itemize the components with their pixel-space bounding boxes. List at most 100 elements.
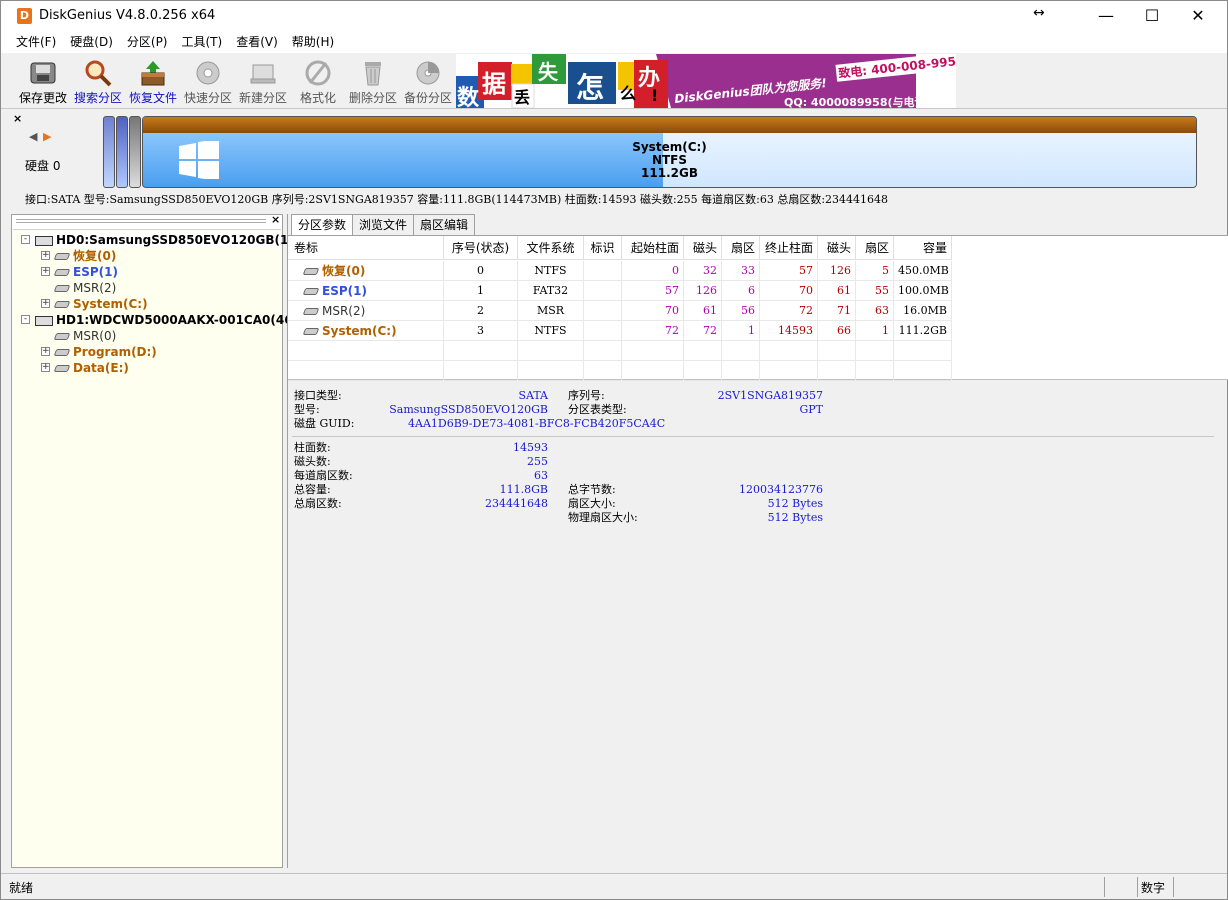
menu-view[interactable]: 查看(V) — [229, 31, 285, 53]
table-cell: 71 — [818, 301, 856, 321]
column-header[interactable]: 起始柱面 — [622, 236, 684, 260]
menu-tools[interactable]: 工具(T) — [175, 31, 230, 53]
column-header[interactable]: 容量 — [894, 236, 952, 260]
empty-cell — [722, 361, 760, 381]
partition-name: System(C:) — [322, 324, 397, 338]
partition-icon — [53, 285, 71, 292]
expand-icon[interactable]: + — [41, 347, 50, 356]
column-header[interactable]: 终止柱面 — [760, 236, 818, 260]
tree-partition-node[interactable]: + 恢复(0) — [41, 248, 281, 264]
detail-label: 物理扇区大小: — [568, 511, 638, 524]
quick-partition-button[interactable]: 快速分区 — [180, 57, 236, 107]
detail-value: 234441648 — [485, 497, 548, 510]
partition-icon — [53, 253, 71, 260]
prev-disk-arrow-icon[interactable]: ◀ — [29, 130, 37, 143]
detail-value: SATA — [518, 389, 548, 402]
menu-file[interactable]: 文件(F) — [9, 31, 63, 53]
detail-label: 柱面数: — [294, 441, 331, 454]
tree-close-icon[interactable]: × — [271, 213, 280, 226]
partition-name: 恢复(0) — [322, 264, 366, 278]
tree-partition-node[interactable]: MSR(2) — [41, 280, 281, 296]
service-banner[interactable]: 数 据 丢 失 怎 么 办 ! DiskGenius团队为您服务! 致电: 40… — [456, 54, 956, 108]
maximize-button[interactable]: ☐ — [1129, 1, 1175, 31]
partition-block-esp[interactable] — [116, 116, 128, 188]
partition-block-msr[interactable] — [129, 116, 141, 188]
numlock-indicator: 数字 — [1141, 881, 1166, 895]
tree-disk-node[interactable]: - HD1:WDCWD5000AAKX-001CA0(466GB) — [21, 312, 325, 328]
table-cell: MSR — [518, 301, 584, 321]
empty-cell — [684, 361, 722, 381]
tree-partition-node[interactable]: + System(C:) — [41, 296, 281, 312]
backup-partition-button[interactable]: 备份分区 — [400, 57, 456, 107]
tab-partition-params[interactable]: 分区参数 — [291, 214, 354, 236]
menu-help[interactable]: 帮助(H) — [285, 31, 341, 53]
collapse-icon[interactable]: - — [21, 315, 30, 324]
empty-cell — [444, 361, 518, 381]
expand-icon[interactable]: + — [41, 363, 50, 372]
detail-value: GPT — [799, 403, 823, 416]
expand-icon[interactable]: + — [41, 267, 50, 276]
toolbar-label: 删除分区 — [348, 91, 397, 105]
diskmap-close-icon[interactable]: × — [13, 112, 22, 125]
new-partition-button[interactable]: 新建分区 — [235, 57, 291, 107]
table-row[interactable]: 恢复(0) 0 NTFS 0 32 33 57 126 5 450.0MB — [288, 261, 1228, 281]
collapse-icon[interactable]: - — [21, 235, 30, 244]
close-button[interactable]: ✕ — [1175, 1, 1221, 31]
empty-cell — [760, 341, 818, 361]
tree-partition-node[interactable]: + Program(D:) — [41, 344, 281, 360]
tree-partition-node[interactable]: MSR(0) — [41, 328, 281, 344]
minimize-button[interactable]: — — [1083, 1, 1129, 31]
recover-box-icon — [138, 59, 168, 87]
column-header[interactable]: 文件系统 — [518, 236, 584, 260]
tree-partition-node[interactable]: + ESP(1) — [41, 264, 281, 280]
tree-disk-node[interactable]: - HD0:SamsungSSD850EVO120GB(112GB) — [21, 232, 330, 248]
table-row[interactable]: System(C:) 3 NTFS 72 72 1 14593 66 1 111.2GB — [288, 321, 1228, 341]
partition-block-system[interactable]: System(C:) NTFS 111.2GB — [142, 116, 1197, 188]
status-text: 就绪 — [9, 881, 34, 895]
tab-sector-edit[interactable]: 扇区编辑 — [413, 214, 476, 235]
banner-char: 丢 — [514, 88, 531, 107]
toolbar-label: 新建分区 — [238, 91, 287, 105]
table-cell: NTFS — [518, 321, 584, 341]
column-header[interactable]: 扇区 — [856, 236, 894, 260]
menu-disk[interactable]: 硬盘(D) — [63, 31, 120, 53]
table-cell: 126 — [684, 281, 722, 301]
trash-icon — [358, 59, 388, 87]
save-changes-button[interactable]: 保存更改 — [15, 57, 71, 107]
delete-partition-button[interactable]: 删除分区 — [345, 57, 401, 107]
format-button[interactable]: 格式化 — [290, 57, 346, 107]
menu-partition[interactable]: 分区(P) — [120, 31, 175, 53]
partition-name: MSR(2) — [322, 304, 366, 318]
column-header[interactable]: 扇区 — [722, 236, 760, 260]
column-header[interactable]: 磁头 — [818, 236, 856, 260]
table-cell: 66 — [818, 321, 856, 341]
recover-files-button[interactable]: 恢复文件 — [125, 57, 181, 107]
column-header[interactable]: 磁头 — [684, 236, 722, 260]
tree-node-label: HD1:WDCWD5000AAKX-001CA0(466GB) — [56, 313, 326, 327]
detail-label: 磁盘 GUID: — [294, 417, 355, 430]
table-cell: 111.2GB — [894, 321, 952, 341]
banner-char: 么 — [620, 84, 637, 103]
column-header[interactable]: 卷标 — [288, 236, 444, 260]
detail-value: 255 — [527, 455, 548, 468]
table-row[interactable]: MSR(2) 2 MSR 70 61 56 72 71 63 16.0MB — [288, 301, 1228, 321]
table-cell: 0 — [444, 261, 518, 281]
expand-icon[interactable]: + — [41, 299, 50, 308]
banner-char: 失 — [538, 60, 558, 84]
next-disk-arrow-icon[interactable]: ▶ — [43, 130, 51, 143]
tree-partition-node[interactable]: + Data(E:) — [41, 360, 281, 376]
table-cell: 72 — [684, 321, 722, 341]
table-row[interactable]: ESP(1) 1 FAT32 57 126 6 70 61 55 100.0MB — [288, 281, 1228, 301]
detail-value: 120034123776 — [739, 483, 823, 496]
expand-icon[interactable]: + — [41, 251, 50, 260]
detail-value: 4AA1D6B9-DE73-4081-BFC8-FCB420F5CA4C — [408, 417, 666, 430]
format-icon — [303, 59, 333, 87]
empty-cell — [818, 341, 856, 361]
empty-cell — [760, 361, 818, 381]
column-header[interactable]: 标识 — [584, 236, 622, 260]
column-header[interactable]: 序号(状态) — [444, 236, 518, 260]
search-partition-button[interactable]: 搜索分区 — [70, 57, 126, 107]
tab-browse-files[interactable]: 浏览文件 — [352, 214, 415, 235]
tree-node-label: Data(E:) — [73, 361, 129, 375]
partition-block-recovery[interactable] — [103, 116, 115, 188]
